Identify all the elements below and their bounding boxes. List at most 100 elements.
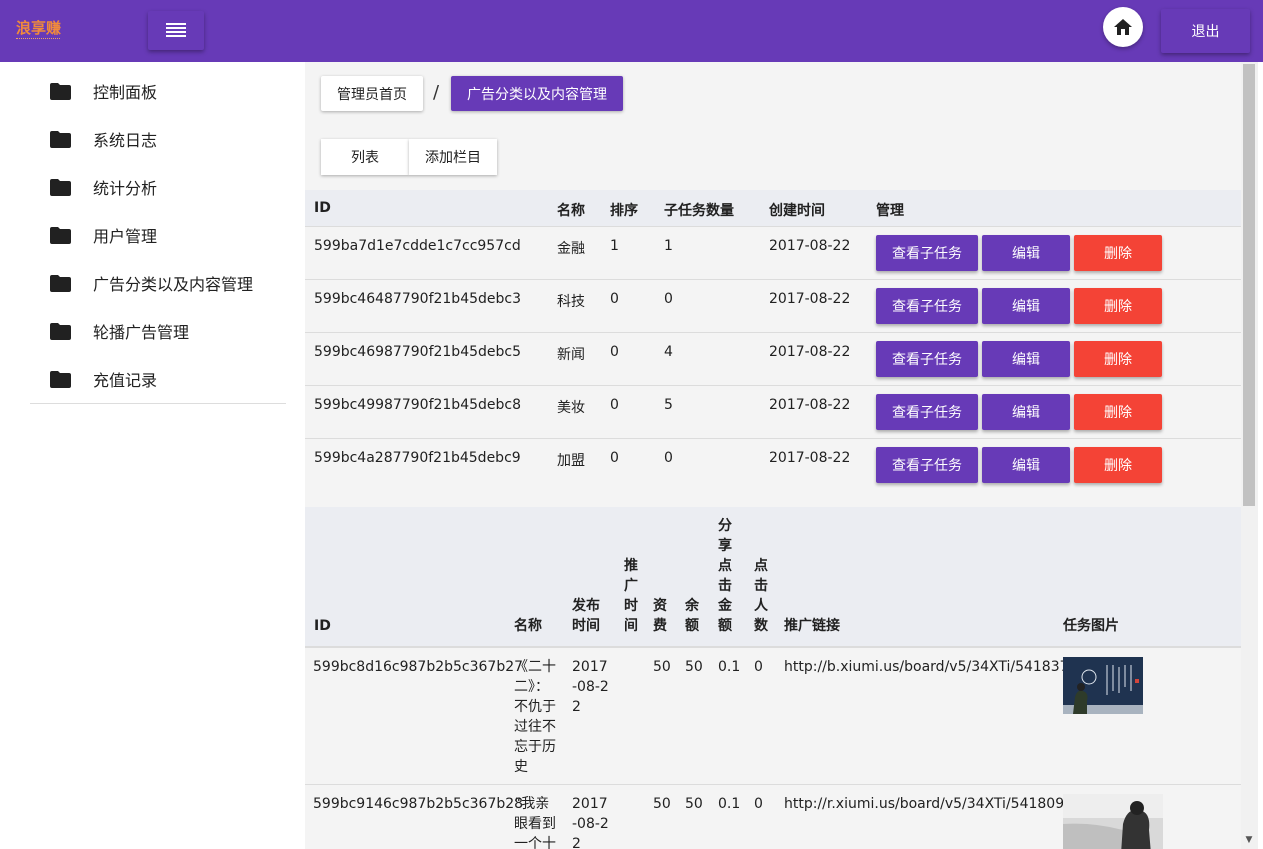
menu-toggle-button[interactable] (148, 11, 204, 50)
logo-underline (16, 38, 60, 40)
cell-fee: 50 (653, 796, 671, 812)
cell-subtask-count: 5 (664, 397, 673, 413)
sidebar-item-label: 控制面板 (93, 83, 158, 102)
header-link: 推广链接 (784, 618, 840, 634)
cell-id: 599bc8d16c987b2b5c367b27 (313, 659, 524, 675)
cell-created: 2017-08-22 (769, 291, 851, 307)
folder-icon (50, 226, 71, 244)
breadcrumb-current[interactable]: 广告分类以及内容管理 (451, 76, 623, 111)
sidebar-item-recharge[interactable]: 充值记录 (50, 367, 157, 391)
delete-button[interactable]: 删除 (1074, 235, 1162, 271)
scroll-down-arrow-icon[interactable]: ▼ (1244, 835, 1254, 845)
sidebar-item-label: 用户管理 (93, 227, 158, 246)
scrollbar-thumb[interactable] (1243, 64, 1255, 506)
cell-created: 2017-08-22 (769, 450, 851, 466)
edit-button[interactable]: 编辑 (982, 288, 1070, 324)
sidebar-item-carousel-ads[interactable]: 轮播广告管理 (50, 319, 189, 343)
home-button[interactable] (1103, 7, 1143, 47)
cell-publish-time: 2017-08-22 (572, 796, 609, 849)
edit-button[interactable]: 编辑 (982, 447, 1070, 483)
cell-name: “我亲眼看到一个十 (514, 796, 556, 849)
cell-order: 0 (610, 344, 619, 360)
edit-button[interactable]: 编辑 (982, 394, 1070, 430)
delete-button[interactable]: 删除 (1074, 447, 1162, 483)
header-balance: 余额 (685, 598, 699, 634)
folder-icon (50, 370, 71, 388)
cell-name: 《二十二》：不仇于过往不忘于历史 (514, 659, 556, 775)
table-row: 599bc4a287790f21b45debc9 加盟 0 0 2017-08-… (305, 439, 1241, 492)
breadcrumb-separator: / (433, 82, 440, 103)
cell-link[interactable]: http://b.xiumi.us/board/v5/34XTi/5418375… (784, 657, 1086, 677)
sidebar-item-system-log[interactable]: 系统日志 (50, 127, 157, 151)
edit-button[interactable]: 编辑 (982, 341, 1070, 377)
view-subtasks-button[interactable]: 查看子任务 (876, 447, 978, 483)
cell-name: 加盟 (557, 453, 585, 469)
delete-button[interactable]: 删除 (1074, 341, 1162, 377)
cell-share-amount: 0.1 (718, 659, 741, 675)
cell-subtask-count: 1 (664, 238, 673, 254)
table-row: 599ba7d1e7cdde1c7cc957cd 金融 1 1 2017-08-… (305, 227, 1241, 280)
header-created: 创建时间 (769, 203, 825, 219)
delete-button[interactable]: 删除 (1074, 394, 1162, 430)
breadcrumb-home[interactable]: 管理员首页 (321, 76, 423, 111)
cell-subtask-count: 4 (664, 344, 673, 360)
tab-add-column[interactable]: 添加栏目 (409, 139, 497, 175)
cell-order: 1 (610, 238, 619, 254)
sidebar-item-label: 广告分类以及内容管理 (93, 275, 254, 294)
cell-link[interactable]: http://r.xiumi.us/board/v5/34XTi/5418096… (784, 794, 1082, 814)
folder-icon (50, 178, 71, 196)
header-id: ID (314, 618, 331, 634)
cell-subtask-count: 0 (664, 291, 673, 307)
table-row: 599bc49987790f21b45debc8 美妆 0 5 2017-08-… (305, 386, 1241, 439)
edit-button[interactable]: 编辑 (982, 235, 1070, 271)
view-subtasks-button[interactable]: 查看子任务 (876, 341, 978, 377)
view-subtasks-button[interactable]: 查看子任务 (876, 288, 978, 324)
logo[interactable]: 浪享赚 (16, 19, 68, 43)
cell-name: 科技 (557, 294, 585, 310)
header-name: 名称 (557, 203, 585, 219)
logout-button[interactable]: 退出 (1161, 9, 1250, 53)
folder-icon (50, 322, 71, 340)
home-icon (1114, 19, 1132, 35)
table-row: 599bc46987790f21b45debc5 新闻 0 4 2017-08-… (305, 333, 1241, 386)
cell-fee: 50 (653, 659, 671, 675)
sidebar-item-label: 系统日志 (93, 131, 158, 150)
sidebar-item-ad-categories[interactable]: 广告分类以及内容管理 (50, 271, 253, 295)
sidebar: 控制面板 系统日志 统计分析 用户管理 广告分类以及内容管理 轮播广告管理 充值… (0, 62, 305, 849)
cell-order: 0 (610, 450, 619, 466)
header-subtask-count: 子任务数量 (664, 203, 734, 219)
cell-name: 美妆 (557, 400, 585, 416)
header-publish-time: 发布时间 (572, 598, 600, 634)
header-name: 名称 (514, 618, 542, 634)
header-clicks: 点击人数 (754, 558, 768, 634)
header-order: 排序 (610, 203, 638, 219)
header-promo-time: 推广时间 (624, 558, 638, 634)
tab-list[interactable]: 列表 (321, 139, 409, 175)
task-image-chalkboard (1063, 657, 1143, 714)
view-subtasks-button[interactable]: 查看子任务 (876, 394, 978, 430)
cell-publish-time: 2017-08-22 (572, 659, 609, 715)
table-row: 599bc8d16c987b2b5c367b27 《二十二》：不仇于过往不忘于历… (305, 648, 1241, 785)
cell-id: 599bc46987790f21b45debc5 (314, 344, 521, 360)
cell-name: 新闻 (557, 347, 585, 363)
cell-created: 2017-08-22 (769, 238, 851, 254)
sidebar-item-statistics[interactable]: 统计分析 (50, 175, 157, 199)
task-image-sitting-person (1063, 794, 1163, 849)
cell-created: 2017-08-22 (769, 344, 851, 360)
menu-icon (166, 22, 186, 37)
header-manage: 管理 (876, 203, 904, 219)
cell-id: 599bc4a287790f21b45debc9 (314, 450, 521, 466)
cell-share-amount: 0.1 (718, 796, 741, 812)
cell-balance: 50 (685, 796, 703, 812)
main-content: 管理员首页 / 广告分类以及内容管理 列表 添加栏目 ID 名称 排序 子任务数… (305, 62, 1241, 849)
sidebar-item-users[interactable]: 用户管理 (50, 223, 157, 247)
cell-order: 0 (610, 397, 619, 413)
cell-order: 0 (610, 291, 619, 307)
folder-icon (50, 274, 71, 292)
cell-id: 599bc46487790f21b45debc3 (314, 291, 521, 307)
view-subtasks-button[interactable]: 查看子任务 (876, 235, 978, 271)
sidebar-item-dashboard[interactable]: 控制面板 (50, 79, 157, 103)
sidebar-divider (30, 403, 286, 404)
header-id: ID (314, 200, 331, 216)
delete-button[interactable]: 删除 (1074, 288, 1162, 324)
